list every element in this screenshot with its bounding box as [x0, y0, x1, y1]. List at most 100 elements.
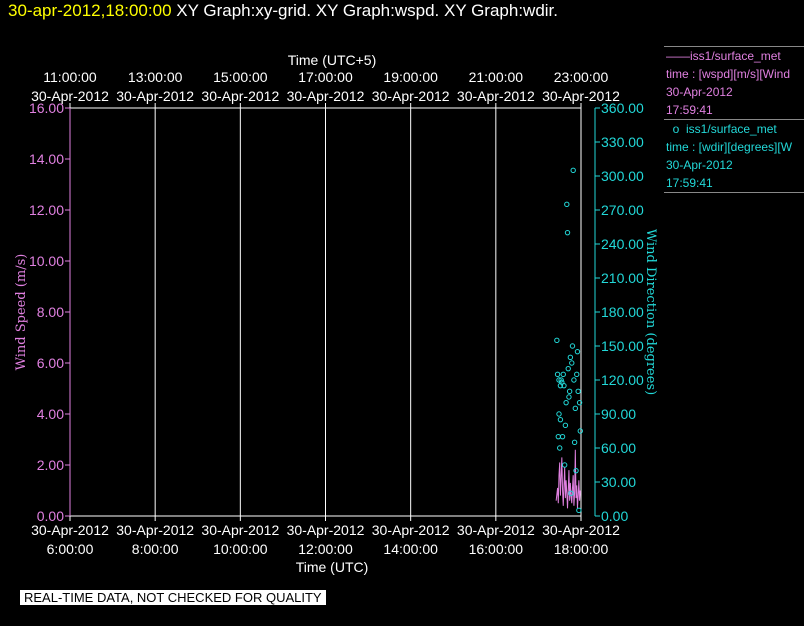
left-tick-label: 2.00 — [37, 457, 64, 473]
left-axis-label: Wind Speed (m/s) — [14, 254, 29, 371]
legend-line-swatch: —— — [666, 49, 690, 63]
bottom-tick-time: 6:00:00 — [47, 541, 94, 557]
wind-direction-point — [566, 388, 573, 395]
right-tick-label: 90.00 — [601, 406, 636, 422]
top-tick-time: 19:00:00 — [383, 69, 438, 85]
left-axis-ticks: 0.002.004.006.008.0010.0012.0014.0016.00 — [29, 100, 70, 524]
wind-direction-point — [555, 433, 561, 440]
bottom-tick-time: 16:00:00 — [469, 541, 524, 557]
right-tick-label: 240.00 — [601, 236, 644, 252]
wind-speed-line — [555, 449, 581, 509]
grid-layer — [154, 108, 497, 516]
legend-bottom-rule — [664, 192, 804, 193]
bottom-axis-label: Time (UTC) — [296, 559, 369, 575]
top-tick-date: 30-Apr-2012 — [542, 88, 620, 104]
legend-wdir-time: 17:59:41 — [666, 176, 713, 190]
legend-wdir-desc: time : [wdir][degrees][W — [666, 140, 793, 154]
wind-direction-point — [566, 394, 572, 400]
legend-wspd-date: 30-Apr-2012 — [666, 85, 733, 99]
wind-direction-point — [563, 399, 569, 406]
bottom-tick-time: 14:00:00 — [383, 541, 438, 557]
left-tick-label: 14.00 — [29, 151, 64, 167]
series-layer — [554, 167, 583, 514]
wind-direction-point — [564, 201, 570, 208]
legend-wspd: ——iss1/surface_met time : [wspd][m/s][Wi… — [664, 46, 804, 119]
top-tick-time: 23:00:00 — [554, 69, 609, 85]
wind-direction-point — [562, 422, 569, 429]
legend-circle-icon: o — [666, 122, 687, 136]
top-tick-date: 30-Apr-2012 — [31, 88, 109, 104]
top-tick-date: 30-Apr-2012 — [372, 88, 450, 104]
right-axis-label: Wind Direction (degrees) — [643, 229, 658, 395]
wind-direction-point — [575, 388, 581, 395]
left-tick-label: 8.00 — [37, 304, 64, 320]
right-tick-label: 60.00 — [601, 440, 636, 456]
wind-direction-point — [569, 360, 575, 366]
right-tick-label: 270.00 — [601, 202, 644, 218]
wind-direction-point — [567, 354, 574, 361]
wind-direction-point — [554, 337, 560, 344]
top-tick-date: 30-Apr-2012 — [201, 88, 279, 104]
wind-direction-point — [569, 343, 576, 349]
wind-direction-point — [570, 167, 576, 174]
bottom-tick-time: 18:00:00 — [554, 541, 609, 557]
bottom-tick-date: 30-Apr-2012 — [457, 522, 535, 538]
wind-direction-point — [572, 405, 579, 412]
top-axis-label: Time (UTC+5) — [288, 52, 377, 68]
top-axis-ticks: 11:00:00 30-Apr-2012 13:00:00 30-Apr-2012 15… — [31, 69, 620, 108]
top-tick-time: 11:00:00 — [43, 69, 97, 85]
qc-notice: REAL-TIME DATA, NOT CHECKED FOR QUALITY — [20, 590, 326, 605]
bottom-tick-time: 10:00:00 — [213, 541, 268, 557]
legend-wspd-name: iss1/surface_met — [690, 49, 781, 63]
top-tick-date: 30-Apr-2012 — [116, 88, 194, 104]
legend-wdir: o iss1/surface_met time : [wdir][degrees… — [664, 119, 804, 192]
legend: ——iss1/surface_met time : [wspd][m/s][Wi… — [664, 46, 804, 193]
wind-direction-point — [561, 462, 568, 468]
right-tick-label: 300.00 — [601, 168, 644, 184]
top-tick-time: 13:00:00 — [128, 69, 183, 85]
bottom-tick-date: 30-Apr-2012 — [31, 522, 109, 538]
bottom-tick-time: 12:00:00 — [298, 541, 353, 557]
wind-direction-point — [557, 445, 563, 451]
top-tick-time: 17:00:00 — [298, 69, 353, 85]
wind-direction-point — [556, 411, 562, 417]
legend-wdir-date: 30-Apr-2012 — [666, 158, 733, 172]
left-tick-label: 4.00 — [37, 406, 64, 422]
right-tick-label: 330.00 — [601, 134, 644, 150]
wind-direction-point — [574, 348, 581, 355]
wind-direction-point — [560, 371, 566, 378]
right-tick-label: 120.00 — [601, 372, 644, 388]
bottom-axis-ticks: 30-Apr-2012 6:00:00 30-Apr-2012 8:00:00 30-A… — [31, 516, 620, 557]
legend-wspd-desc: time : [wspd][m/s][Wind — [666, 67, 791, 81]
wind-direction-point — [564, 229, 571, 236]
left-tick-label: 12.00 — [29, 202, 64, 218]
top-tick-time: 15:00:00 — [213, 69, 268, 85]
wind-direction-point — [565, 365, 571, 372]
wind-direction-point — [559, 433, 566, 440]
right-axis-ticks: 0.0030.0060.0090.00120.00150.00180.00210… — [595, 100, 644, 524]
bottom-tick-date: 30-Apr-2012 — [287, 522, 365, 538]
left-tick-label: 10.00 — [29, 253, 64, 269]
wind-direction-point — [557, 416, 564, 423]
wind-direction-point — [554, 371, 561, 378]
left-tick-label: 6.00 — [37, 355, 64, 371]
bottom-tick-date: 30-Apr-2012 — [201, 522, 279, 538]
bottom-tick-date: 30-Apr-2012 — [116, 522, 194, 538]
top-tick-date: 30-Apr-2012 — [287, 88, 365, 104]
right-tick-label: 180.00 — [601, 304, 644, 320]
wind-direction-point — [576, 507, 582, 514]
top-tick-time: 21:00:00 — [469, 69, 524, 85]
wind-direction-point — [571, 377, 577, 383]
legend-wspd-time: 17:59:41 — [666, 103, 713, 117]
right-tick-label: 210.00 — [601, 270, 644, 286]
wind-direction-point — [571, 439, 578, 446]
right-tick-label: 150.00 — [601, 338, 644, 354]
right-tick-label: 30.00 — [601, 474, 636, 490]
legend-wdir-name: iss1/surface_met — [686, 122, 777, 136]
wind-direction-point — [577, 428, 583, 434]
bottom-tick-date: 30-Apr-2012 — [542, 522, 620, 538]
top-tick-date: 30-Apr-2012 — [457, 88, 535, 104]
bottom-tick-time: 8:00:00 — [132, 541, 179, 557]
wind-direction-point — [574, 371, 580, 378]
bottom-tick-date: 30-Apr-2012 — [372, 522, 450, 538]
